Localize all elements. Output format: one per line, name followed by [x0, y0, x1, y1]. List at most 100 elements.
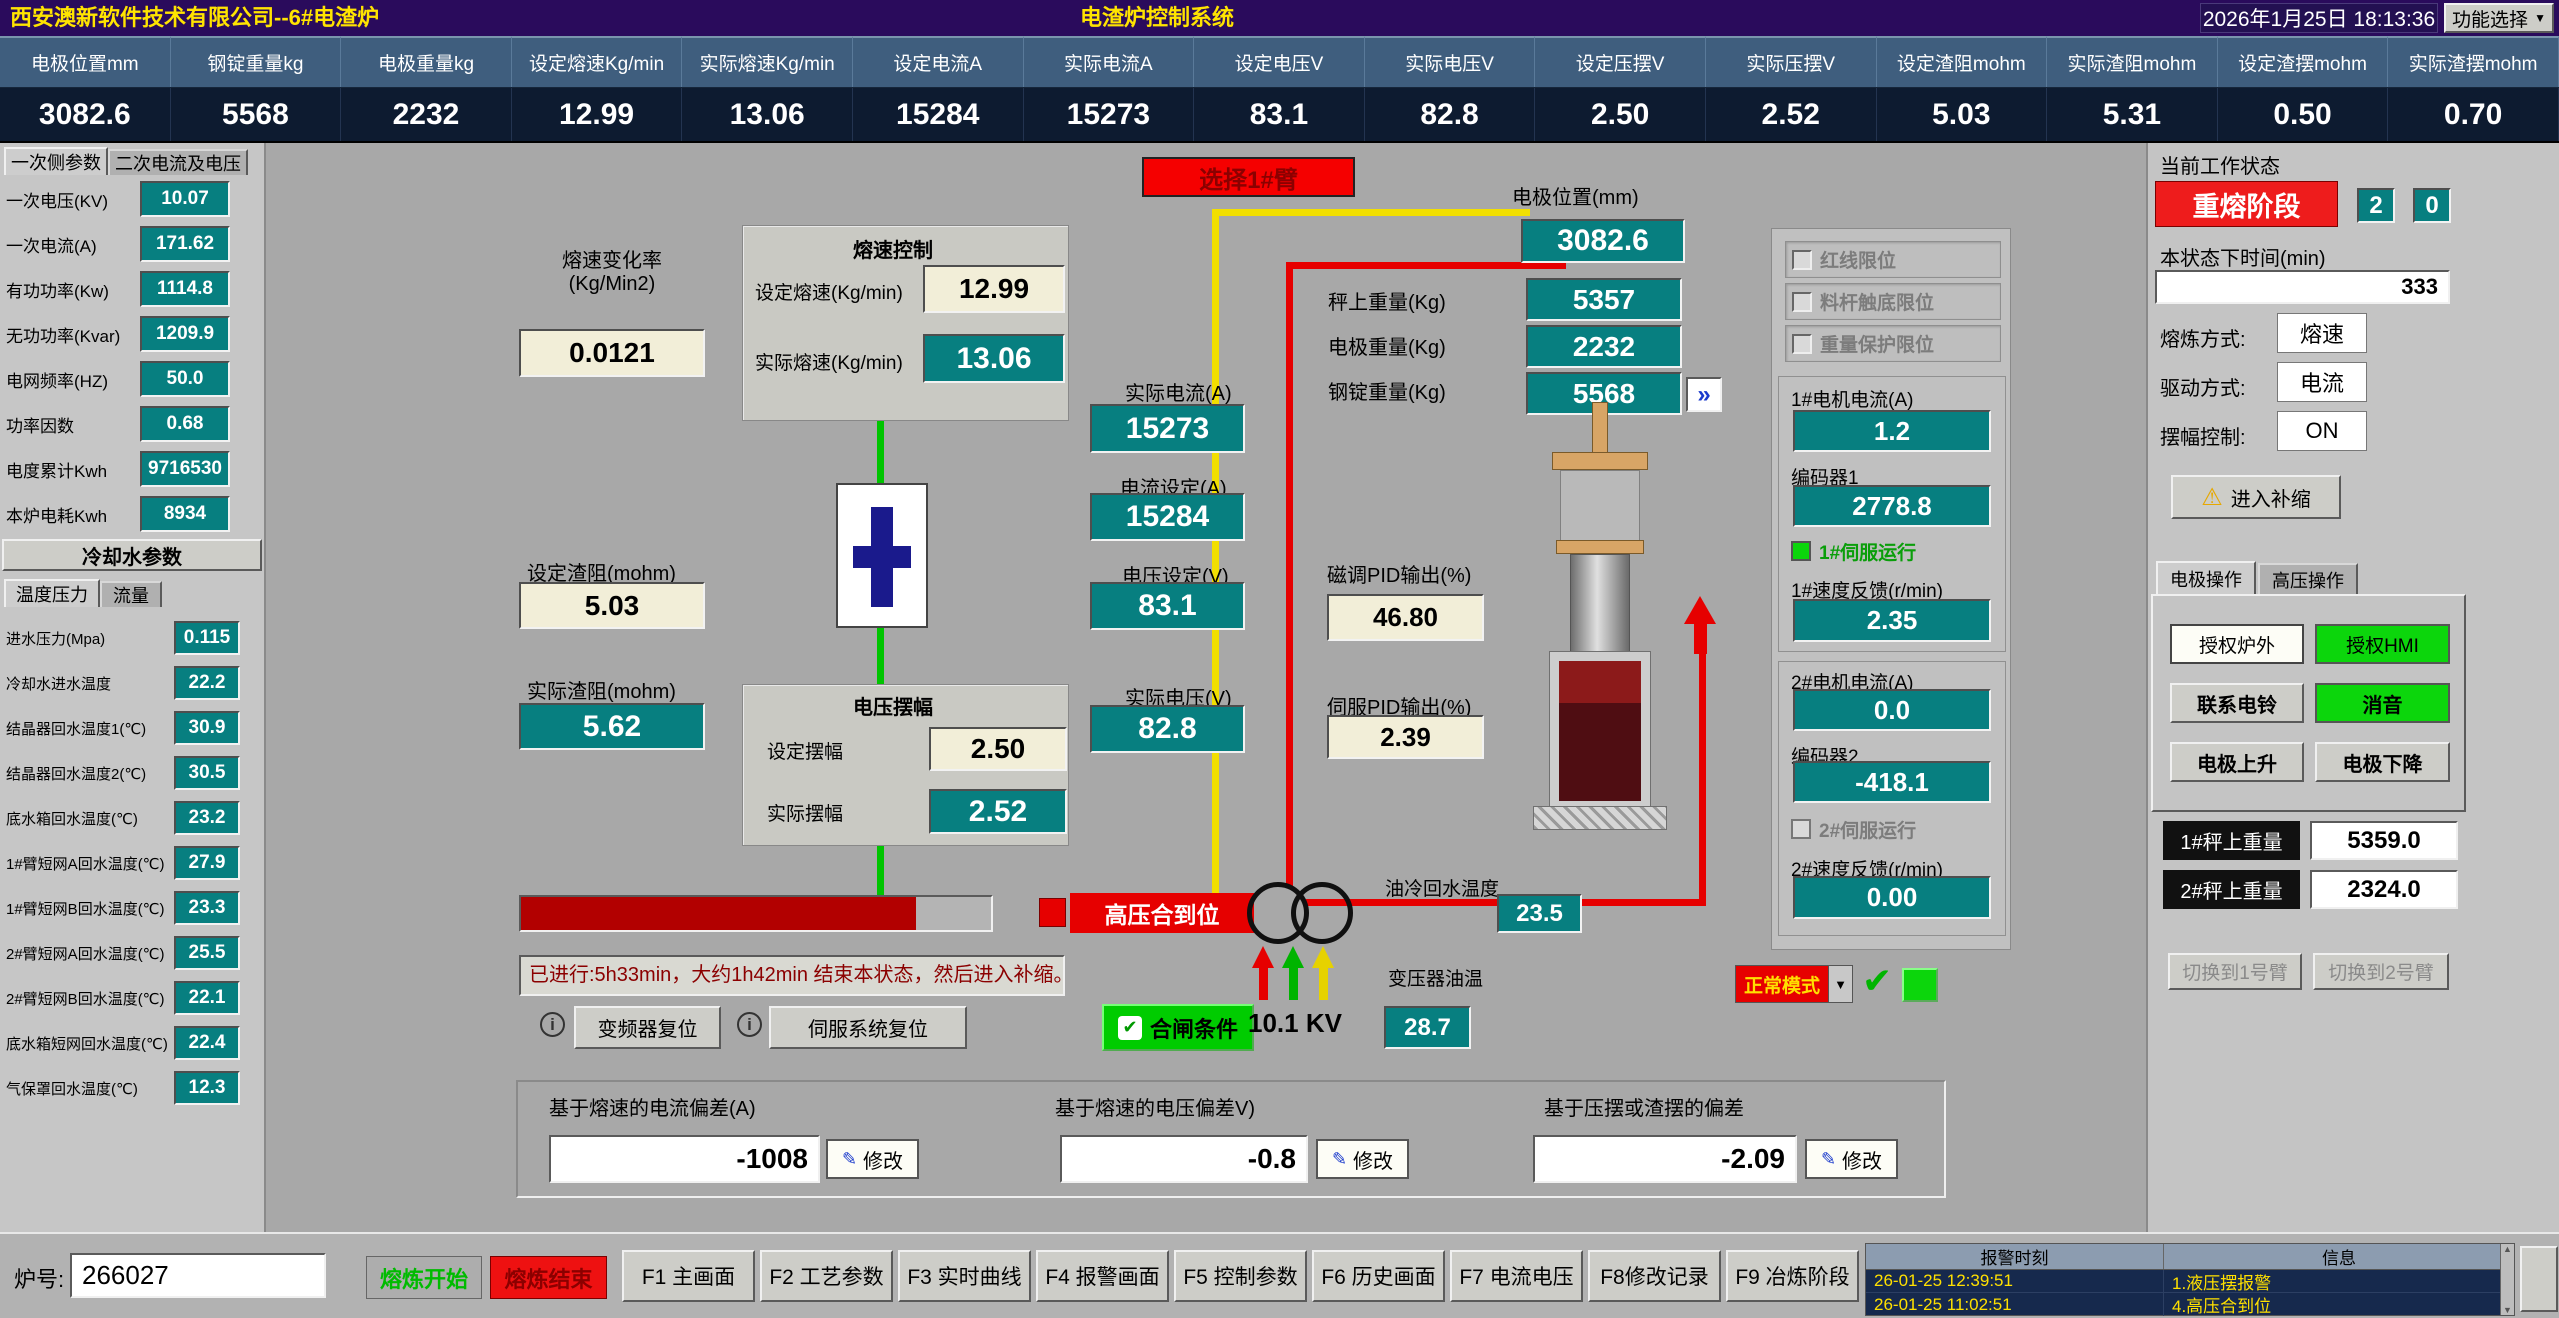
limit-weight-protect[interactable]: 重量保护限位	[1785, 325, 2001, 362]
servo1-run-indicator[interactable]: 1#伺服运行	[1791, 534, 1967, 568]
checkbox-icon[interactable]	[1792, 292, 1812, 312]
switch-arm1-button[interactable]: 切换到1号臂	[2168, 953, 2302, 990]
modify-button[interactable]: ✎修改	[826, 1139, 919, 1179]
param-row: 电网频率(HZ)50.0	[6, 361, 230, 397]
authorize-hmi-button[interactable]: 授权HMI	[2315, 624, 2450, 664]
servo2-run-indicator[interactable]: 2#伺服运行	[1791, 812, 1967, 846]
swing-deviation-label: 基于压摆或渣摆的偏差	[1544, 1092, 1744, 1121]
yellow-wire	[1212, 209, 1219, 909]
modify-button[interactable]: ✎修改	[1316, 1139, 1409, 1179]
melt-mode-label: 熔炼方式:	[2160, 323, 2246, 352]
alarm-scrollbar[interactable]: ▲▼	[2500, 1244, 2514, 1315]
vfd-reset-button[interactable]: 变频器复位	[574, 1006, 721, 1049]
header-label: 电极位置mm	[0, 36, 171, 87]
alarm-time: 26-01-25 12:39:51	[1866, 1270, 2164, 1292]
mute-button[interactable]: 消音	[2315, 683, 2450, 723]
alarm-info: 1.液压摆报警	[2164, 1270, 2514, 1292]
mode-select-dropdown[interactable]: 正常模式 ▼	[1735, 965, 1853, 1003]
fkey-process-params[interactable]: F2 工艺参数	[760, 1250, 893, 1302]
scroll-up-icon[interactable]: ▲	[2503, 1244, 2512, 1254]
electrode-collar	[1556, 540, 1644, 554]
melt-rate-change-value: 0.0121	[519, 329, 705, 377]
set-current-value: 15284	[1090, 493, 1245, 541]
header-label: 设定熔速Kg/min	[512, 36, 683, 87]
limit-redline[interactable]: 红线限位	[1785, 241, 2001, 278]
melt-end-button[interactable]: 熔炼结束	[490, 1256, 607, 1299]
checkbox-icon[interactable]	[1792, 250, 1812, 270]
electrode-down-button[interactable]: 电极下降	[2315, 742, 2450, 782]
set-melt-rate-value[interactable]: 12.99	[923, 265, 1065, 313]
header-value-row: 3082.6 5568 2232 12.99 13.06 15284 15273…	[0, 88, 2559, 143]
motor2-current-value: 0.0	[1793, 689, 1991, 731]
fkey-modify-records[interactable]: F8修改记录	[1588, 1250, 1721, 1302]
header-value: 15273	[1024, 88, 1195, 141]
alarm-table: 报警时刻 信息 26-01-25 12:39:51 1.液压摆报警 26-01-…	[1865, 1243, 2515, 1316]
function-select-button[interactable]: 功能选择 ▼	[2444, 3, 2554, 33]
melt-start-button[interactable]: 熔炼开始	[366, 1256, 482, 1299]
close-condition-button[interactable]: ✔ 合闸条件	[1102, 1004, 1254, 1051]
servo-reset-button[interactable]: 伺服系统复位	[769, 1006, 967, 1049]
fkey-realtime-curves[interactable]: F3 实时曲线	[898, 1250, 1031, 1302]
state-time-value: 333	[2155, 270, 2450, 304]
fkey-main-screen[interactable]: F1 主画面	[622, 1250, 755, 1302]
param-row: 电度累计Kwh9716530	[6, 451, 230, 487]
modify-button[interactable]: ✎修改	[1805, 1139, 1898, 1179]
motor1-current-value: 1.2	[1793, 410, 1991, 452]
alarm-info-header: 信息	[2164, 1244, 2514, 1269]
tab-temp-pressure[interactable]: 温度压力	[4, 579, 100, 607]
scroll-down-icon[interactable]: ▼	[2503, 1305, 2512, 1315]
header-value: 5568	[171, 88, 342, 141]
motor1-current-label: 1#电机电流(A)	[1791, 385, 1913, 412]
tab-electrode-ops[interactable]: 电极操作	[2156, 561, 2256, 595]
swing-deviation-value[interactable]: -2.09	[1533, 1135, 1797, 1183]
set-swing-label: 设定摆幅	[767, 737, 843, 764]
drive-mode-label: 驱动方式:	[2160, 372, 2246, 401]
fkey-alarm-screen[interactable]: F4 报警画面	[1036, 1250, 1169, 1302]
select-arm1-button[interactable]: 选择1#臂	[1142, 157, 1355, 197]
fkey-history-screen[interactable]: F6 历史画面	[1312, 1250, 1445, 1302]
cooling-row: 进水压力(Mpa)0.115	[6, 620, 240, 656]
header-label: 实际渣摆mohm	[2388, 36, 2559, 87]
electrode-up-button[interactable]: 电极上升	[2170, 742, 2304, 782]
checkbox-icon[interactable]	[1791, 541, 1811, 561]
voltage-deviation-value[interactable]: -0.8	[1060, 1135, 1308, 1183]
limit-rod-bottom[interactable]: 料杆触底限位	[1785, 283, 2001, 320]
chevron-down-icon[interactable]: ▼	[1828, 966, 1852, 1002]
furnace-no-input[interactable]	[70, 1253, 326, 1298]
authorize-outside-button[interactable]: 授权炉外	[2170, 624, 2304, 664]
servo-pid-value: 2.39	[1327, 715, 1484, 759]
switch-arm2-button[interactable]: 切换到2号臂	[2313, 953, 2449, 990]
enter-shrink-button[interactable]: ⚠ 进入补缩	[2171, 475, 2341, 519]
voltage-deviation-label: 基于熔速的电压偏差V)	[1055, 1092, 1255, 1121]
set-swing-value[interactable]: 2.50	[929, 727, 1067, 771]
fkey-control-params[interactable]: F5 控制参数	[1174, 1250, 1307, 1302]
header-label: 设定渣阻mohm	[1877, 36, 2048, 87]
oil-cooling-temp-label: 油冷回水温度	[1385, 874, 1499, 901]
current-deviation-value[interactable]: -1008	[549, 1135, 820, 1183]
header-label: 电极重量kg	[341, 36, 512, 87]
header-label: 设定电流A	[853, 36, 1024, 87]
tab-secondary-params[interactable]: 二次电流及电压	[108, 149, 248, 175]
tab-flow[interactable]: 流量	[100, 581, 162, 607]
tab-hv-ops[interactable]: 高压操作	[2258, 563, 2358, 595]
fkey-current-voltage[interactable]: F7 电流电压	[1450, 1250, 1583, 1302]
transformer-oil-temp-value: 28.7	[1384, 1006, 1471, 1049]
checkbox-icon[interactable]	[1791, 819, 1811, 839]
header-value: 15284	[853, 88, 1024, 141]
melt-mode-value: 熔速	[2277, 313, 2367, 353]
alarm-side-button[interactable]	[2520, 1246, 2558, 1312]
transformer-symbol	[1291, 882, 1353, 944]
fkey-smelting-stage[interactable]: F9 冶炼阶段	[1726, 1250, 1859, 1302]
stage-count-2: 0	[2413, 188, 2451, 223]
electrode-weight-label: 电极重量(Kg)	[1328, 331, 1446, 360]
alarm-time-header: 报警时刻	[1866, 1244, 2164, 1269]
header-label: 实际压摆V	[1706, 36, 1877, 87]
progress-fill	[521, 897, 916, 930]
electrode-position-label: 电极位置(mm)	[1512, 181, 1639, 210]
checkbox-icon[interactable]	[1792, 334, 1812, 354]
set-slag-resistance-value[interactable]: 5.03	[519, 582, 705, 629]
tab-primary-params[interactable]: 一次侧参数	[4, 147, 108, 175]
actual-current-value: 15273	[1090, 404, 1245, 453]
contact-bell-button[interactable]: 联系电铃	[2170, 683, 2304, 723]
electrode-stub	[1592, 402, 1608, 454]
